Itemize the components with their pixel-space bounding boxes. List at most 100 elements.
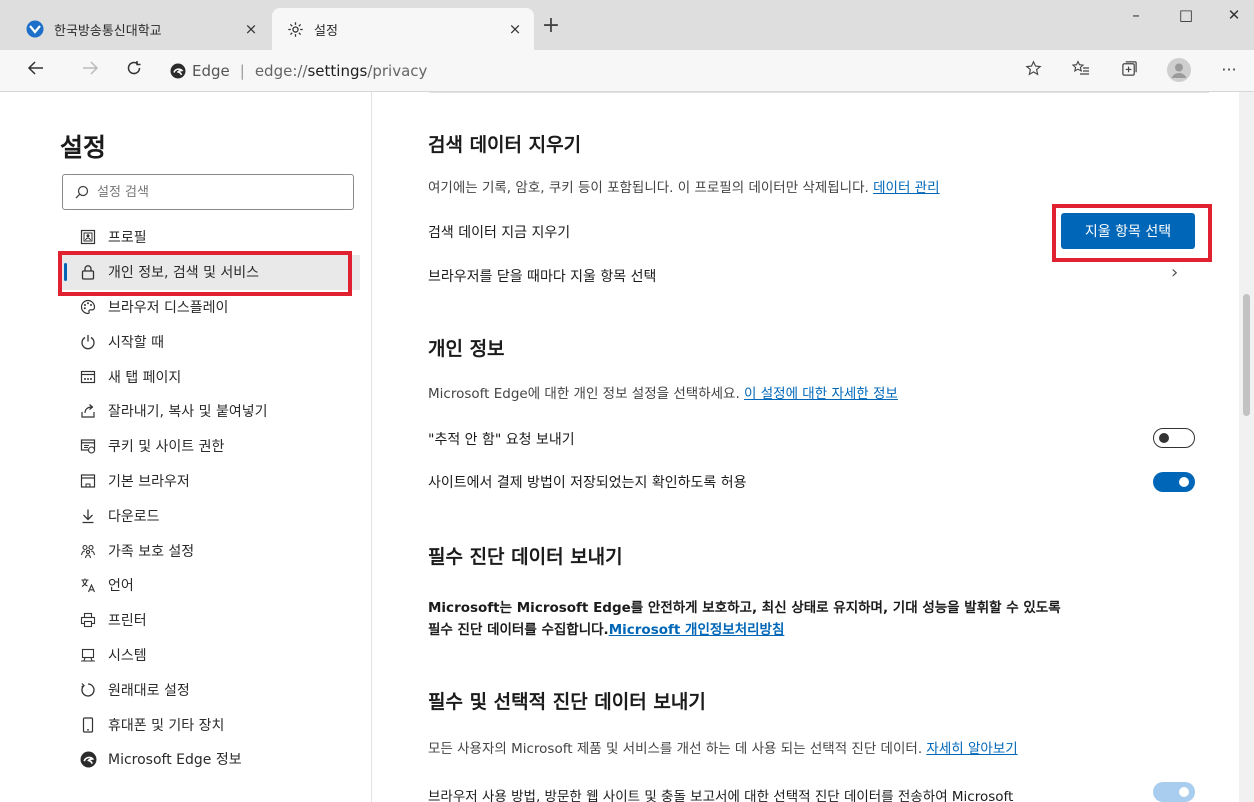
gear-icon [286, 20, 304, 38]
chevron-right-icon[interactable]: › [1171, 262, 1178, 283]
privacy-description: Microsoft Edge에 대한 개인 정보 설정을 선택하세요. 이 설정… [428, 382, 898, 402]
sidebar-item-label: 잘라내기, 복사 및 붙여넣기 [108, 404, 268, 421]
back-button[interactable] [22, 59, 50, 83]
sidebar-item-site-permissions[interactable]: 쿠키 및 사이트 권한 [60, 429, 360, 464]
power-icon [78, 332, 98, 352]
do-not-track-toggle[interactable] [1153, 428, 1195, 448]
sidebar-item-label: 다운로드 [108, 508, 160, 525]
clear-data-description: 여기에는 기록, 암호, 쿠키 등이 포함됩니다. 이 프로필의 데이터만 삭제… [428, 176, 940, 196]
maximize-button[interactable]: □ [1166, 6, 1206, 30]
sidebar-nav: 프로필 개인 정보, 검색 및 서비스 브라우저 디스플레이 시작할 때 새 탭… [60, 220, 360, 777]
language-icon [78, 575, 98, 595]
close-window-button[interactable]: ✕ [1214, 6, 1254, 30]
optional-diagnostics-description: 모든 사용자의 Microsoft 제품 및 서비스를 개선 하는 데 사용 되… [428, 737, 1018, 757]
sidebar-item-system[interactable]: 시스템 [60, 638, 360, 673]
optional-diagnostics-desc-text: 모든 사용자의 Microsoft 제품 및 서비스를 개선 하는 데 사용 되… [428, 741, 923, 757]
sidebar-item-label: 원래대로 설정 [108, 682, 190, 699]
refresh-icon [127, 61, 141, 75]
sidebar-item-label: Microsoft Edge 정보 [108, 752, 242, 769]
choose-what-to-clear-button[interactable]: 지울 항목 선택 [1061, 213, 1195, 249]
favorites-button[interactable] [1068, 60, 1094, 84]
tab-settings[interactable]: 설정 × [272, 8, 534, 50]
refresh-button[interactable] [120, 59, 148, 83]
url-subpath: /privacy [367, 62, 428, 80]
url-separator: | [239, 62, 245, 80]
sidebar-item-label: 시스템 [108, 647, 147, 664]
toggle-knob [1159, 433, 1169, 443]
sidebar-item-new-tab-page[interactable]: 새 탭 페이지 [60, 359, 360, 394]
sidebar-item-label: 가족 보호 설정 [108, 543, 195, 560]
printer-icon [78, 610, 98, 630]
sidebar-item-default-browser[interactable]: 기본 브라우저 [60, 464, 360, 499]
palette-icon [78, 297, 98, 317]
sidebar-item-reset[interactable]: 원래대로 설정 [60, 672, 360, 707]
clear-now-label: 검색 데이터 지금 지우기 [428, 225, 571, 241]
sidebar-item-label: 프로필 [108, 230, 147, 247]
share-icon [78, 401, 98, 421]
add-favorite-button[interactable] [1020, 60, 1046, 84]
knou-favicon-icon [26, 20, 44, 38]
url-scheme: edge:// [254, 62, 308, 80]
sidebar-item-privacy[interactable]: 개인 정보, 검색 및 서비스 [60, 254, 360, 290]
sidebar-item-on-startup[interactable]: 시작할 때 [60, 324, 360, 359]
more-menu-button[interactable]: ··· [1216, 60, 1242, 84]
optional-diagnostics-toggle[interactable] [1153, 782, 1195, 802]
minimize-button[interactable]: – [1116, 6, 1156, 30]
scrollbar-track[interactable] [1239, 92, 1254, 802]
sidebar-item-label: 기본 브라우저 [108, 473, 190, 490]
site-permissions-icon [78, 436, 98, 456]
sidebar-item-label: 휴대폰 및 기타 장치 [108, 717, 225, 734]
tab-knou[interactable]: 한국방송통신대학교 × [18, 8, 270, 50]
newtab-page-icon [78, 367, 98, 387]
sidebar-item-label: 시작할 때 [108, 334, 164, 351]
tab-close-icon[interactable]: × [238, 20, 264, 38]
address-bar: Edge | edge://settings/privacy ··· [0, 50, 1254, 92]
sidebar-item-appearance[interactable]: 브라우저 디스플레이 [60, 290, 360, 325]
sidebar-item-phone-devices[interactable]: 휴대폰 및 기타 장치 [60, 707, 360, 742]
sidebar-item-languages[interactable]: 언어 [60, 568, 360, 603]
browser-window-icon [78, 471, 98, 491]
profile-button[interactable] [1166, 58, 1192, 82]
edge-logo-icon [170, 63, 186, 79]
collections-icon [1121, 61, 1137, 76]
sidebar-item-label: 프린터 [108, 613, 147, 630]
sidebar-item-downloads[interactable]: 다운로드 [60, 498, 360, 533]
scrollbar-thumb[interactable] [1243, 294, 1250, 416]
arrow-left-icon [27, 61, 43, 75]
lock-icon [78, 262, 98, 282]
tab-title: 한국방송통신대학교 [54, 23, 162, 39]
payment-methods-toggle[interactable] [1153, 472, 1195, 492]
sidebar-item-label: 언어 [108, 578, 134, 595]
sidebar-item-label: 개인 정보, 검색 및 서비스 [108, 265, 260, 282]
sidebar-item-share-copy-paste[interactable]: 잘라내기, 복사 및 붙여넣기 [60, 394, 360, 429]
divider [429, 92, 1209, 93]
search-input[interactable] [97, 184, 327, 200]
sidebar-item-profiles[interactable]: 프로필 [60, 220, 360, 255]
privacy-learn-more-link[interactable]: 이 설정에 대한 자세한 정보 [744, 386, 898, 402]
clear-on-close-row[interactable]: 브라우저를 닫을 때마다 지울 항목 선택 [428, 266, 1208, 286]
sidebar-item-printers[interactable]: 프린터 [60, 603, 360, 638]
reset-icon [78, 680, 98, 700]
manage-data-link[interactable]: 데이터 관리 [873, 180, 939, 196]
url-field[interactable]: Edge | edge://settings/privacy [170, 57, 427, 85]
optional-diagnostics-learn-more-link[interactable]: 자세히 알아보기 [926, 741, 1017, 757]
new-tab-button[interactable]: + [538, 13, 564, 38]
site-identity-label: Edge [192, 62, 230, 80]
required-diagnostics-text: Microsoft는 Microsoft Edge를 안전하게 보호하고, 최신… [428, 597, 1188, 641]
sidebar-item-family[interactable]: 가족 보호 설정 [60, 533, 360, 568]
sidebar-item-label: 브라우저 디스플레이 [108, 299, 229, 316]
clear-on-close-label: 브라우저를 닫을 때마다 지울 항목 선택 [428, 269, 657, 285]
collections-button[interactable] [1116, 60, 1142, 84]
forward-button[interactable] [76, 59, 104, 83]
sidebar-item-about-edge[interactable]: Microsoft Edge 정보 [60, 742, 360, 777]
system-icon [78, 645, 98, 665]
settings-search[interactable] [62, 174, 354, 210]
section-title-privacy: 개인 정보 [428, 338, 505, 360]
avatar-icon [1167, 58, 1191, 82]
privacy-statement-link[interactable]: Microsoft 개인정보처리방침 [609, 622, 785, 638]
tab-close-icon[interactable]: × [502, 20, 528, 38]
sidebar-title: 설정 [60, 133, 107, 162]
section-title-optional-diagnostics: 필수 및 선택적 진단 데이터 보내기 [428, 691, 706, 713]
phone-icon [78, 715, 98, 735]
family-icon [78, 541, 98, 561]
